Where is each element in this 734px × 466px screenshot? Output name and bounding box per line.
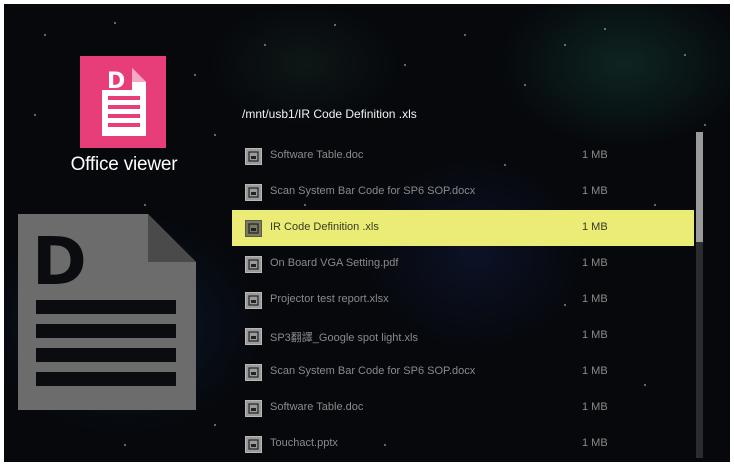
star [194, 74, 196, 76]
star [564, 44, 566, 46]
app-title: Office viewer [70, 154, 178, 175]
office-viewer-app-icon: D [80, 56, 166, 148]
scrollbar[interactable] [696, 132, 703, 458]
star [704, 124, 706, 126]
file-icon [245, 436, 262, 453]
svg-text:D: D [107, 69, 125, 94]
file-name: On Board VGA Setting.pdf [270, 257, 399, 269]
star [34, 114, 36, 116]
star [44, 34, 46, 36]
current-path: /mnt/usb1/IR Code Definition .xls [242, 107, 417, 121]
scrollbar-thumb[interactable] [696, 132, 703, 242]
file-name: Software Table.doc [270, 401, 364, 413]
file-icon [245, 256, 262, 273]
file-name: Software Table.doc [270, 149, 364, 161]
file-name: Touchact.pptx [270, 437, 338, 449]
file-size: 1 MB [582, 293, 608, 305]
file-icon [245, 148, 262, 165]
file-name: IR Code Definition .xls [270, 221, 379, 233]
file-size: 1 MB [582, 149, 608, 161]
star [334, 24, 336, 26]
file-row[interactable]: Software Table.doc 1 MB [232, 390, 694, 426]
file-name: Scan System Bar Code for SP6 SOP.docx [270, 185, 476, 197]
file-row[interactable]: On Board VGA Setting.pdf 1 MB [232, 246, 694, 282]
document-icon: D [102, 68, 146, 136]
file-name: Scan System Bar Code for SP6 SOP.docx [270, 365, 476, 377]
file-icon [245, 292, 262, 309]
file-row[interactable]: SP3翻譯_Google spot light.xls 1 MB [232, 318, 694, 354]
svg-text:D: D [32, 223, 87, 300]
file-row[interactable]: Projector test report.xlsx 1 MB [232, 282, 694, 318]
star [524, 84, 526, 86]
star [404, 64, 406, 66]
file-row[interactable]: Software Table.doc 1 MB [232, 138, 694, 174]
star [604, 28, 606, 30]
file-name: Projector test report.xlsx [270, 293, 389, 305]
star [684, 54, 686, 56]
star [264, 44, 266, 46]
file-size: 1 MB [582, 365, 608, 377]
file-name: SP3翻譯_Google spot light.xls [270, 332, 418, 344]
screen: D Office viewer D /mnt/usb1/IR Code Defi… [4, 4, 730, 462]
file-size: 1 MB [582, 437, 608, 449]
large-document-icon: D [18, 214, 196, 410]
file-row[interactable]: IR Code Definition .xls 1 MB [232, 210, 694, 246]
star [214, 424, 216, 426]
star [214, 134, 216, 136]
file-row[interactable]: Scan System Bar Code for SP6 SOP.docx 1 M… [232, 354, 694, 390]
star [124, 444, 126, 446]
file-list: Software Table.doc 1 MB Scan System Bar Co… [232, 138, 694, 462]
file-icon [245, 364, 262, 381]
file-size: 1 MB [582, 257, 608, 269]
file-icon [245, 400, 262, 417]
file-size: 1 MB [582, 401, 608, 413]
star [464, 34, 466, 36]
star [114, 22, 116, 24]
star [144, 204, 146, 206]
file-icon [245, 328, 262, 345]
file-row[interactable]: Scan System Bar Code for SP6 SOP.docx 1 M… [232, 174, 694, 210]
file-icon [245, 220, 262, 237]
file-size: 1 MB [582, 329, 608, 341]
file-row[interactable]: Touchact.pptx 1 MB [232, 426, 694, 462]
file-icon [245, 184, 262, 201]
file-size: 1 MB [582, 185, 608, 197]
file-size: 1 MB [582, 221, 608, 233]
